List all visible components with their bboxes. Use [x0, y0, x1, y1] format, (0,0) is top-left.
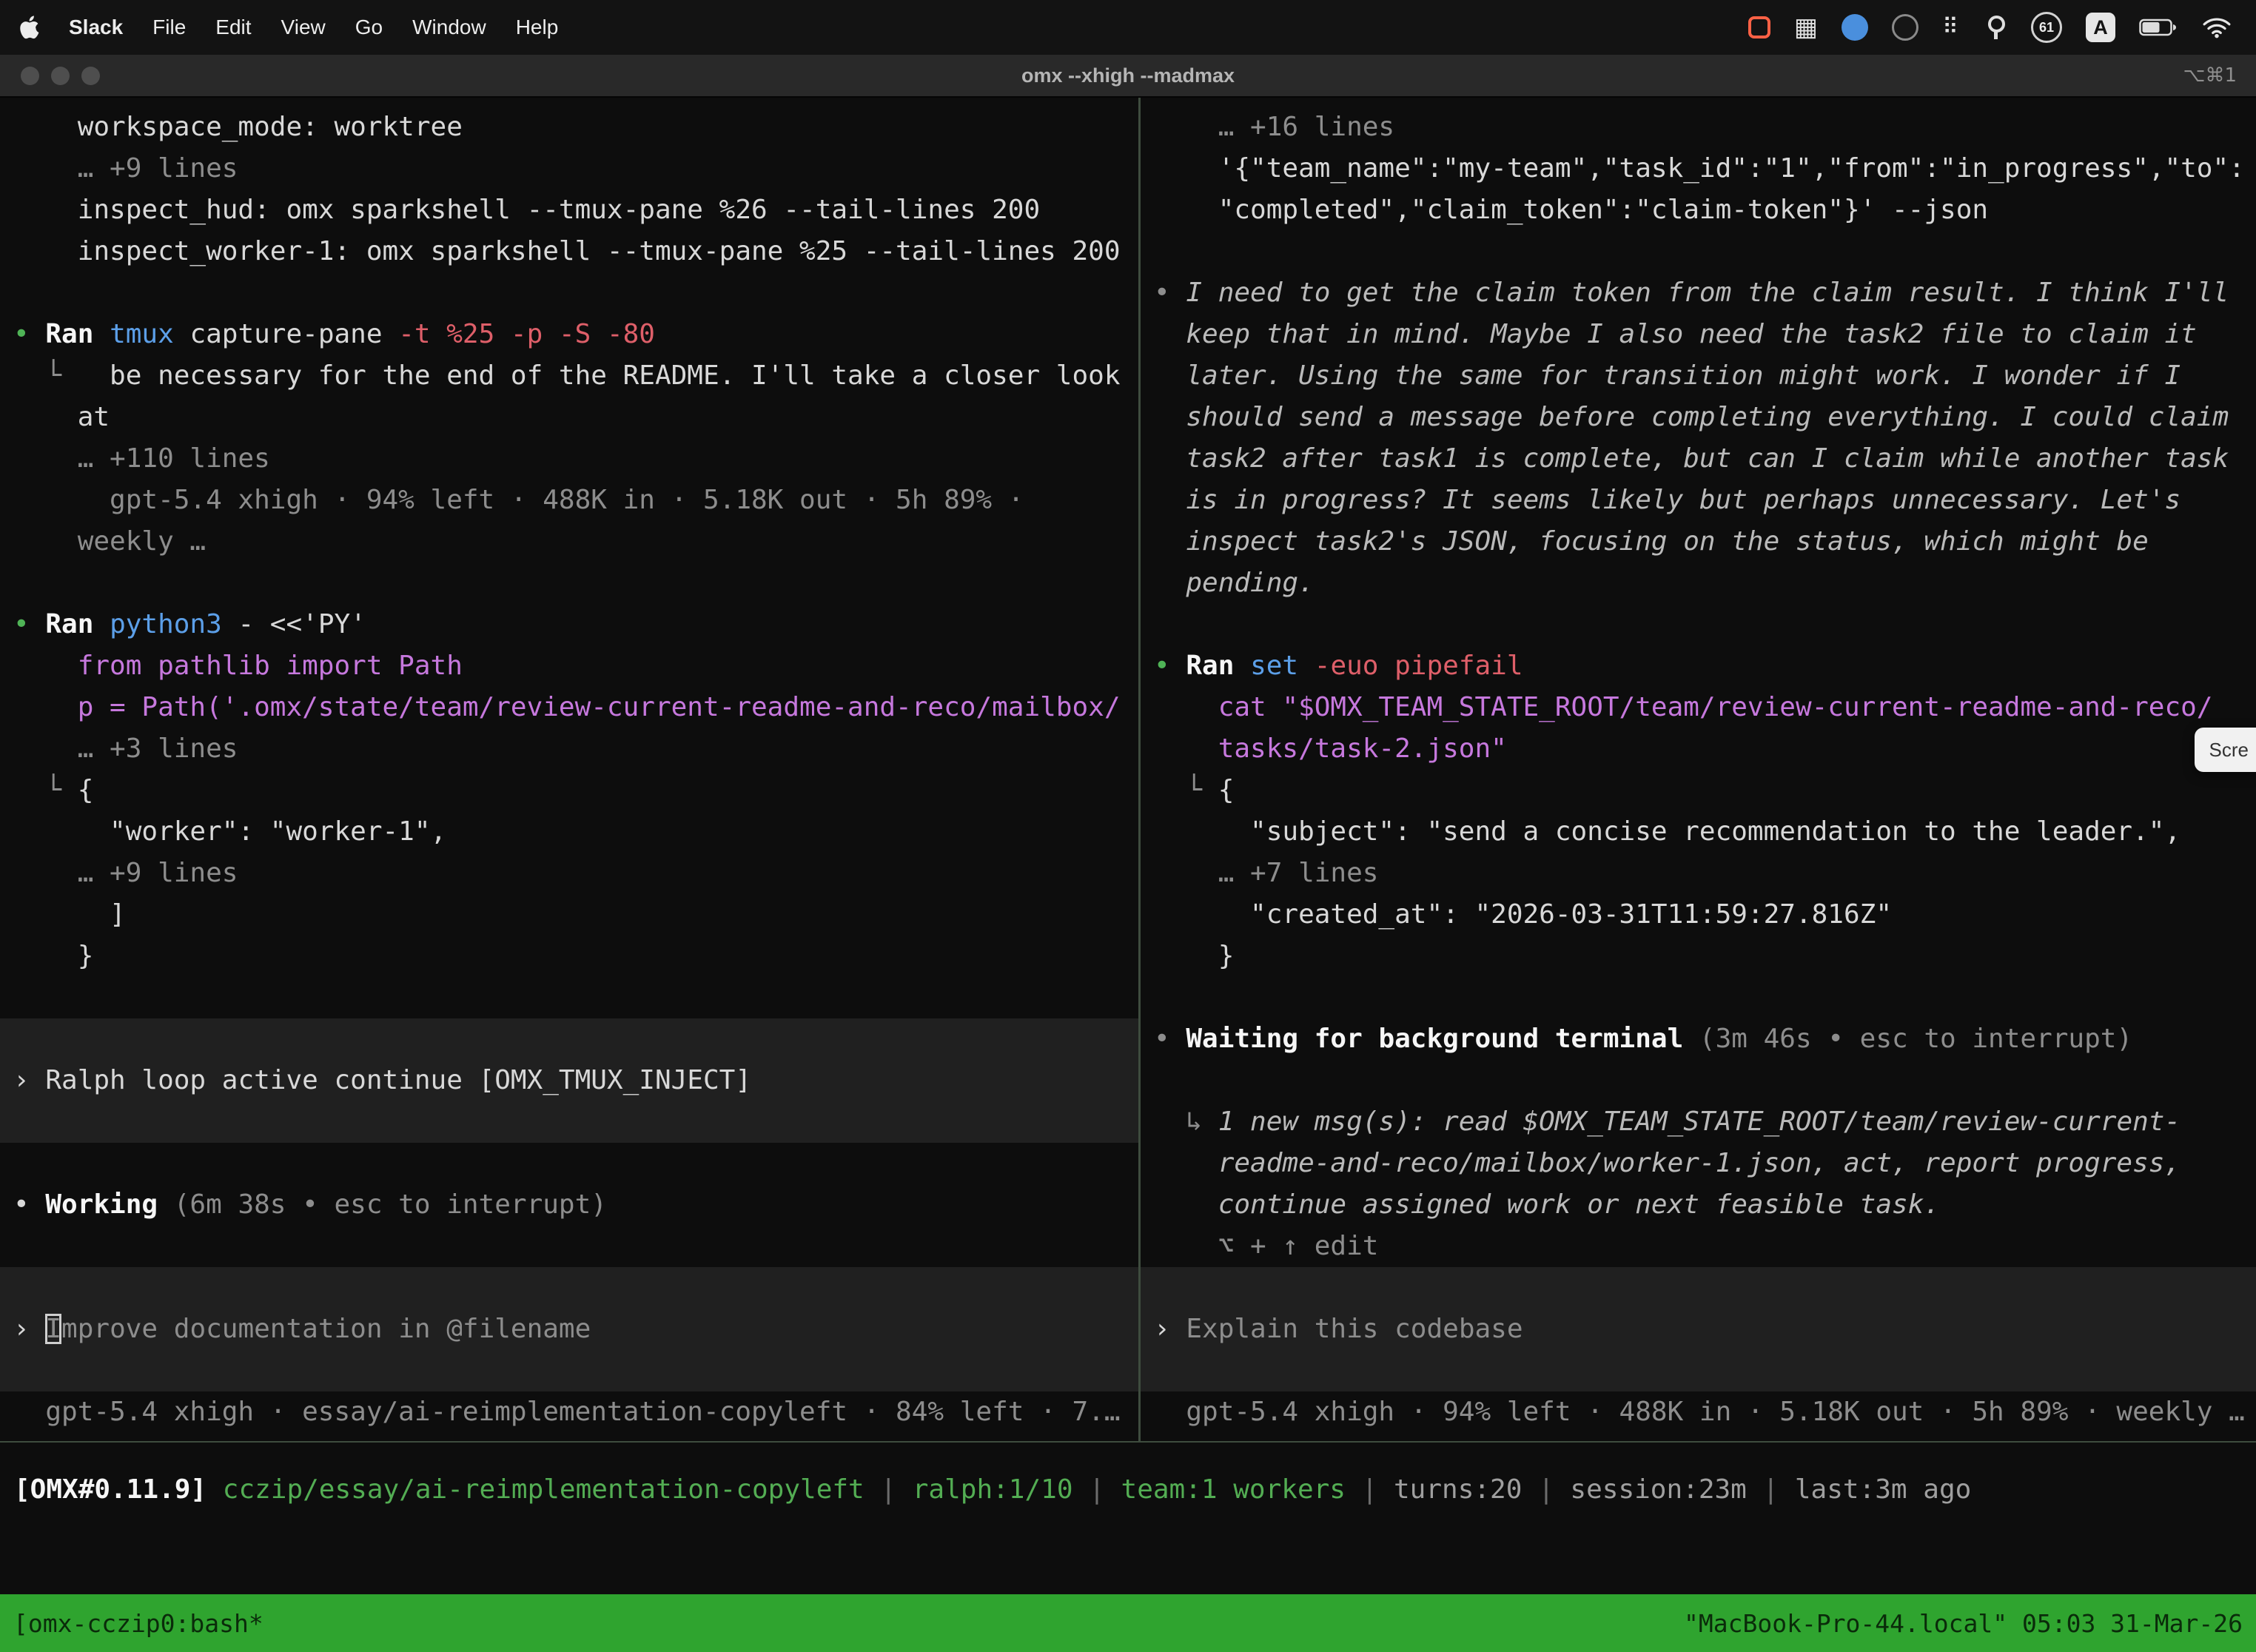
terminal-line: … +3 lines: [0, 728, 1138, 770]
terminal-line: [0, 1267, 1138, 1309]
terminal-line: gpt-5.4 xhigh · 94% left · 488K in · 5.1…: [0, 480, 1138, 521]
terminal-line: at: [0, 397, 1138, 438]
terminal-line: [0, 1143, 1138, 1184]
terminal-line: • Ran set -euo pipefail: [1141, 645, 2256, 687]
terminal-line: task2 after task1 is complete, but can I…: [1141, 438, 2256, 480]
terminal-line: gpt-5.4 xhigh · 94% left · 488K in · 5.1…: [1141, 1391, 2256, 1433]
terminal-line: inspect_hud: omx sparkshell --tmux-pane …: [0, 189, 1138, 231]
terminal-line: [0, 1226, 1138, 1267]
terminal-line: ⌥ + ↑ edit: [1141, 1226, 2256, 1267]
terminal-line: inspect task2's JSON, focusing on the st…: [1141, 521, 2256, 563]
window-shortcut-badge: ⌥⌘1: [2183, 55, 2237, 96]
terminal-line: tasks/task-2.json": [1141, 728, 2256, 770]
terminal-line: └ {: [1141, 770, 2256, 811]
menu-app-name[interactable]: Slack: [69, 16, 123, 39]
terminal-line: └ be necessary for the end of the README…: [0, 355, 1138, 397]
terminal-line: [0, 1101, 1138, 1143]
terminal-line: • Ran tmux capture-pane -t %25 -p -S -80: [0, 314, 1138, 355]
input-source-icon[interactable]: A: [2086, 13, 2115, 42]
terminal-line: ]: [0, 894, 1138, 936]
terminal-line: └ {: [0, 770, 1138, 811]
terminal-line: workspace_mode: worktree: [0, 107, 1138, 148]
dots-grid-icon[interactable]: ⠿: [1942, 15, 1958, 40]
grid-icon[interactable]: ▦: [1794, 15, 1818, 40]
terminal-line: from pathlib import Path: [0, 645, 1138, 687]
terminal-line: pending.: [1141, 563, 2256, 604]
terminal-line: weekly …: [0, 521, 1138, 563]
terminal-line: }: [1141, 936, 2256, 977]
terminal-line: p = Path('.omx/state/team/review-current…: [0, 687, 1138, 728]
composer-input[interactable]: › Ralph loop active continue [OMX_TMUX_I…: [0, 1060, 1138, 1101]
battery-percent-badge[interactable]: 61: [2031, 12, 2062, 43]
menu-item-window[interactable]: Window: [412, 16, 486, 39]
battery-icon[interactable]: [2139, 17, 2179, 38]
terminal-line: • I need to get the claim token from the…: [1141, 272, 2256, 314]
composer-placeholder[interactable]: › Explain this codebase: [1141, 1309, 2256, 1350]
terminal-line: [0, 977, 1138, 1018]
terminal-window: workspace_mode: worktree … +9 lines insp…: [0, 98, 2256, 1652]
wifi-icon[interactable]: [2203, 16, 2231, 38]
terminal-line: cat "$OMX_TEAM_STATE_ROOT/team/review-cu…: [1141, 687, 2256, 728]
terminal-line: keep that in mind. Maybe I also need the…: [1141, 314, 2256, 355]
terminal-line: [1141, 1267, 2256, 1309]
terminal-line: • Ran python3 - <<'PY': [0, 604, 1138, 645]
terminal-line: … +9 lines: [0, 148, 1138, 189]
menu-bar: Slack File Edit View Go Window Help ▦ ⠿ 61 A: [0, 0, 2256, 55]
window-title: omx --xhigh --madmax: [0, 55, 2256, 96]
menu-items: File Edit View Go Window Help: [152, 16, 558, 39]
window-title-bar: omx --xhigh --madmax ⌥⌘1: [0, 55, 2256, 98]
menu-item-edit[interactable]: Edit: [215, 16, 251, 39]
app-icon-dark[interactable]: [1892, 14, 1918, 41]
terminal-pane-right[interactable]: … +16 lines '{"team_name":"my-team","tas…: [1141, 98, 2256, 1441]
terminal-line: gpt-5.4 xhigh · essay/ai-reimplementatio…: [0, 1391, 1138, 1433]
terminal-pane-left[interactable]: workspace_mode: worktree … +9 lines insp…: [0, 98, 1138, 1441]
tmux-session-label: [omx-cczip0:bash*: [13, 1609, 263, 1638]
terminal-line: }: [0, 936, 1138, 977]
terminal-line: [1141, 231, 2256, 272]
terminal-line: … +110 lines: [0, 438, 1138, 480]
tmux-host-clock-label: "MacBook-Pro-44.local" 05:03 31-Mar-26: [1684, 1609, 2243, 1638]
menu-item-go[interactable]: Go: [355, 16, 383, 39]
terminal-line: • Working (6m 38s • esc to interrupt): [0, 1184, 1138, 1226]
composer-placeholder[interactable]: › Improve documentation in @filename: [0, 1309, 1138, 1350]
terminal-line: • Waiting for background terminal (3m 46…: [1141, 1018, 2256, 1060]
screenshot-toast[interactable]: Scre: [2195, 728, 2256, 772]
terminal-line: "completed","claim_token":"claim-token"}…: [1141, 189, 2256, 231]
terminal-line: [0, 272, 1138, 314]
terminal-line: later. Using the same for transition mig…: [1141, 355, 2256, 397]
terminal-line: '{"team_name":"my-team","task_id":"1","f…: [1141, 148, 2256, 189]
terminal-line: [1141, 1350, 2256, 1391]
screen-recording-icon[interactable]: [1748, 16, 1770, 38]
apple-icon[interactable]: [19, 16, 39, 39]
terminal-line: [1141, 977, 2256, 1018]
app-icon-blue[interactable]: [1842, 14, 1868, 41]
terminal-line: readme-and-reco/mailbox/worker-1.json, a…: [1141, 1143, 2256, 1184]
terminal-line: continue assigned work or next feasible …: [1141, 1184, 2256, 1226]
terminal-line: [0, 563, 1138, 604]
menu-item-file[interactable]: File: [152, 16, 186, 39]
terminal-line: "worker": "worker-1",: [0, 811, 1138, 853]
omx-status-line: [OMX#0.11.9] cczip/essay/ai-reimplementa…: [0, 1469, 2256, 1511]
terminal-line: … +7 lines: [1141, 853, 2256, 894]
terminal-line: inspect_worker-1: omx sparkshell --tmux-…: [0, 231, 1138, 272]
terminal-line: [1141, 1060, 2256, 1101]
terminal-line: ↳ 1 new msg(s): read $OMX_TEAM_STATE_ROO…: [1141, 1101, 2256, 1143]
terminal-line: should send a message before completing …: [1141, 397, 2256, 438]
terminal-line: "subject": "send a concise recommendatio…: [1141, 811, 2256, 853]
menu-item-help[interactable]: Help: [516, 16, 559, 39]
terminal-line: [0, 1018, 1138, 1060]
tmux-status-bar: [omx-cczip0:bash* "MacBook-Pro-44.local"…: [0, 1594, 2256, 1652]
tmux-panes: workspace_mode: worktree … +9 lines insp…: [0, 98, 2256, 1443]
key-icon[interactable]: [1982, 14, 2007, 41]
terminal-line: [1141, 604, 2256, 645]
terminal-line: … +9 lines: [0, 853, 1138, 894]
terminal-line: is in progress? It seems likely but perh…: [1141, 480, 2256, 521]
terminal-line: … +16 lines: [1141, 107, 2256, 148]
menu-item-view[interactable]: View: [281, 16, 326, 39]
terminal-line: "created_at": "2026-03-31T11:59:27.816Z": [1141, 894, 2256, 936]
terminal-line: [0, 1350, 1138, 1391]
